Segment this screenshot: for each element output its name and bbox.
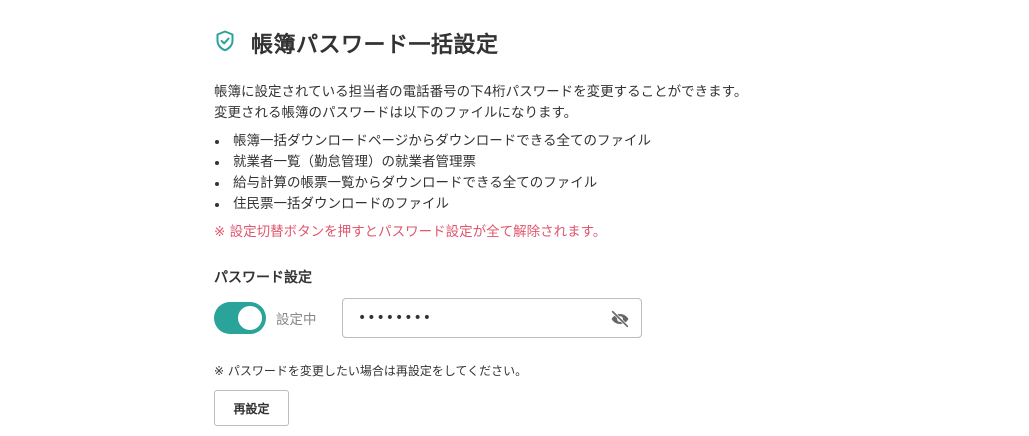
password-toggle[interactable] [214, 302, 266, 334]
password-field [342, 298, 642, 338]
description-line: 変更される帳簿のパスワードは以下のファイルになります。 [214, 105, 578, 121]
toggle-status-label: 設定中 [276, 312, 317, 328]
main-content: 帳簿パスワード一括設定 帳簿に設定されている担当者の電話番号の下4桁パスワードを… [214, 26, 834, 426]
page: 帳簿パスワード一括設定 帳簿に設定されている担当者の電話番号の下4桁パスワードを… [0, 0, 1029, 436]
warning-text: ※ 設定切替ボタンを押すとパスワード設定が全て解除されます。 [214, 224, 607, 240]
header: 帳簿パスワード一括設定 [214, 26, 834, 60]
page-title: 帳簿パスワード一括設定 [251, 33, 499, 58]
list-item: 住民票一括ダウンロードのファイル [214, 194, 834, 215]
note-text: ※ パスワードを変更したい場合は再設定をしてください。 [214, 364, 528, 378]
file-list: 帳簿一括ダウンロードページからダウンロードできる全てのファイル 就業者一覧（勤怠… [214, 131, 834, 215]
reset-button[interactable]: 再設定 [214, 390, 289, 426]
description-line: 帳簿に設定されている担当者の電話番号の下4桁パスワードを変更することができます。 [214, 84, 748, 100]
toggle-knob [238, 306, 262, 330]
list-item: 帳簿一括ダウンロードページからダウンロードできる全てのファイル [214, 131, 834, 152]
shield-check-icon [214, 30, 251, 56]
description: 帳簿に設定されている担当者の電話番号の下4桁パスワードを変更することができます。… [214, 82, 834, 124]
password-setting-label: パスワード設定 [214, 270, 312, 286]
password-input[interactable] [358, 310, 598, 326]
list-item: 就業者一覧（勤怠管理）の就業者管理票 [214, 152, 834, 173]
list-item: 給与計算の帳票一覧からダウンロードできる全てのファイル [214, 173, 834, 194]
eye-off-icon[interactable] [609, 308, 631, 330]
password-setting-row: 設定中 [214, 298, 834, 338]
